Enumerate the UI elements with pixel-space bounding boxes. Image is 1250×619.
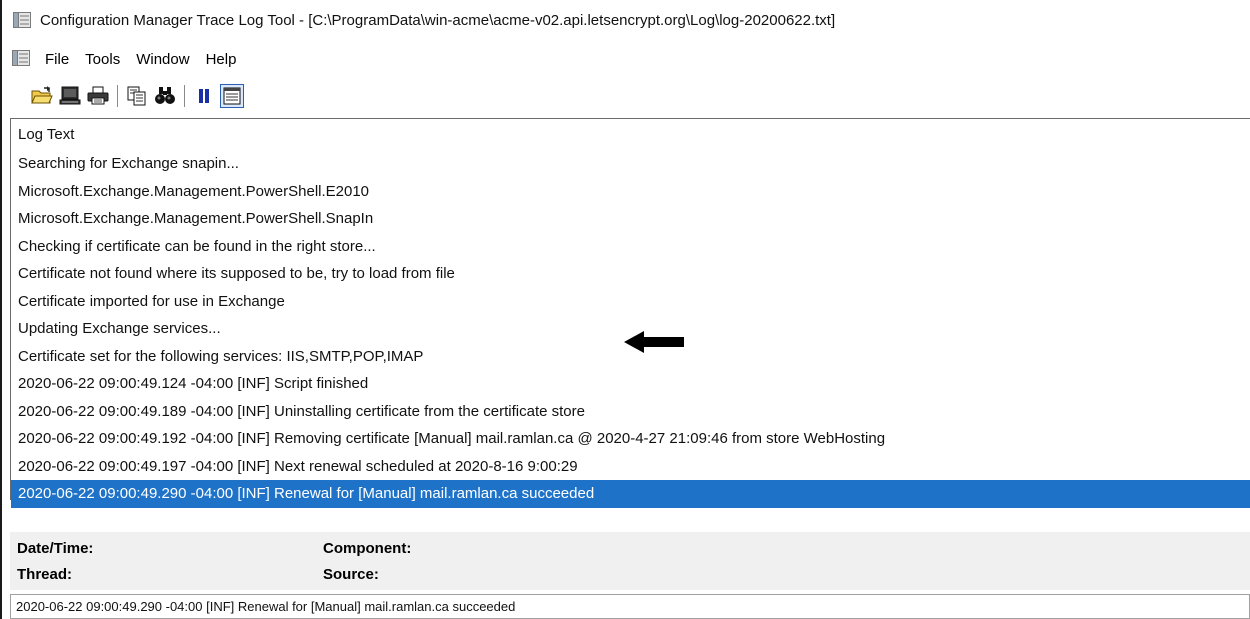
log-text-column-header[interactable]: Log Text xyxy=(11,119,1250,150)
log-row[interactable]: 2020-06-22 09:00:49.189 -04:00 [INF] Uni… xyxy=(11,398,1250,426)
menu-tools[interactable]: Tools xyxy=(84,49,121,70)
log-row[interactable]: Checking if certificate can be found in … xyxy=(11,233,1250,261)
app-icon xyxy=(12,11,32,29)
menu-help[interactable]: Help xyxy=(205,49,238,70)
document-icon[interactable] xyxy=(12,50,32,68)
copy-icon[interactable] xyxy=(125,84,149,108)
log-row-selected[interactable]: 2020-06-22 09:00:49.290 -04:00 [INF] Ren… xyxy=(11,480,1250,508)
monitor-icon[interactable] xyxy=(58,84,82,108)
window-title: Configuration Manager Trace Log Tool - [… xyxy=(40,11,836,29)
log-row[interactable]: Certificate imported for use in Exchange xyxy=(11,288,1250,316)
left-arrow-icon xyxy=(624,331,684,353)
log-row[interactable]: 2020-06-22 09:00:49.192 -04:00 [INF] Rem… xyxy=(11,425,1250,453)
log-list[interactable]: Log Text Searching for Exchange snapin..… xyxy=(10,118,1250,508)
menu-file[interactable]: File xyxy=(44,49,70,70)
log-view-icon[interactable] xyxy=(220,84,244,108)
log-row[interactable]: 2020-06-22 09:00:49.197 -04:00 [INF] Nex… xyxy=(11,453,1250,481)
toolbar-separator xyxy=(184,85,185,107)
title-bar: Configuration Manager Trace Log Tool - [… xyxy=(2,0,1250,40)
log-row[interactable]: Microsoft.Exchange.Management.PowerShell… xyxy=(11,205,1250,233)
log-row[interactable]: Certificate not found where its supposed… xyxy=(11,260,1250,288)
toolbar-separator xyxy=(117,85,118,107)
pause-icon[interactable] xyxy=(192,84,216,108)
menu-bar: File Tools Window Help xyxy=(2,44,1250,74)
log-row[interactable]: Searching for Exchange snapin... xyxy=(11,150,1250,178)
printer-icon[interactable] xyxy=(86,84,110,108)
find-binoculars-icon[interactable] xyxy=(153,84,177,108)
component-label: Component: xyxy=(323,540,412,557)
menu-window[interactable]: Window xyxy=(135,49,190,70)
trace-log-window: Configuration Manager Trace Log Tool - [… xyxy=(0,0,1250,619)
details-pane: Date/Time: Component: Thread: Source: xyxy=(10,532,1250,590)
thread-label: Thread: xyxy=(17,566,73,583)
source-label: Source: xyxy=(323,566,379,583)
datetime-label: Date/Time: xyxy=(17,540,94,557)
toolbar xyxy=(2,78,1250,114)
log-row[interactable]: 2020-06-22 09:00:49.124 -04:00 [INF] Scr… xyxy=(11,370,1250,398)
log-row[interactable]: Microsoft.Exchange.Management.PowerShell… xyxy=(11,178,1250,206)
open-folder-icon[interactable] xyxy=(30,84,54,108)
message-detail-box[interactable]: 2020-06-22 09:00:49.290 -04:00 [INF] Ren… xyxy=(10,594,1250,619)
